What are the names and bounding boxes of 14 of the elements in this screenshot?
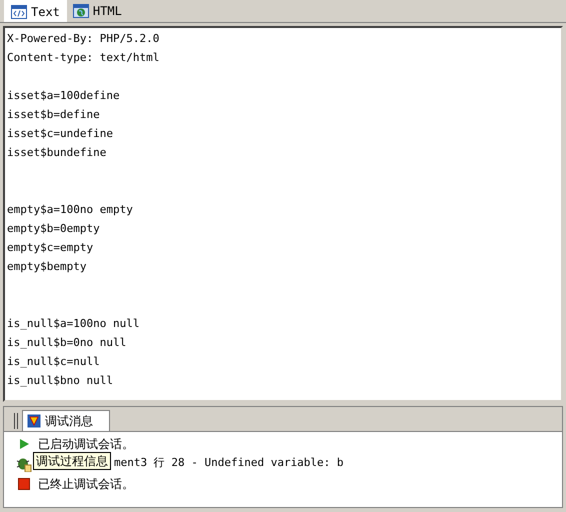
code-page-icon (11, 4, 27, 18)
stop-icon (18, 478, 30, 490)
grip-icon[interactable] (14, 413, 18, 429)
play-icon (18, 438, 30, 450)
log-message: 已启动调试会话。 (38, 436, 134, 452)
tooltip: 调试过程信息 (33, 452, 111, 470)
heraldic-icon (27, 414, 41, 428)
response-text: X-Powered-By: PHP/5.2.0 Content-type: text/html isset$a=100define isset$b=define isset$c=undefine isset$bundefine empty$a=100no empty empty$b=0empty empty$c=empty empty$bempty is_null$a=100no null is_null$b=0no null is_null$c=null is_null$bno null (6, 31, 160, 389)
bug-icon (16, 456, 32, 472)
panel-tab[interactable]: 调试消息 (22, 410, 110, 431)
tab[interactable]: Text (4, 0, 67, 22)
log-message: ment3 行 28 - Undefined variable: b (114, 455, 344, 472)
globe-page-icon (72, 4, 89, 18)
log-message: 已终止调试会话。 (38, 476, 134, 492)
